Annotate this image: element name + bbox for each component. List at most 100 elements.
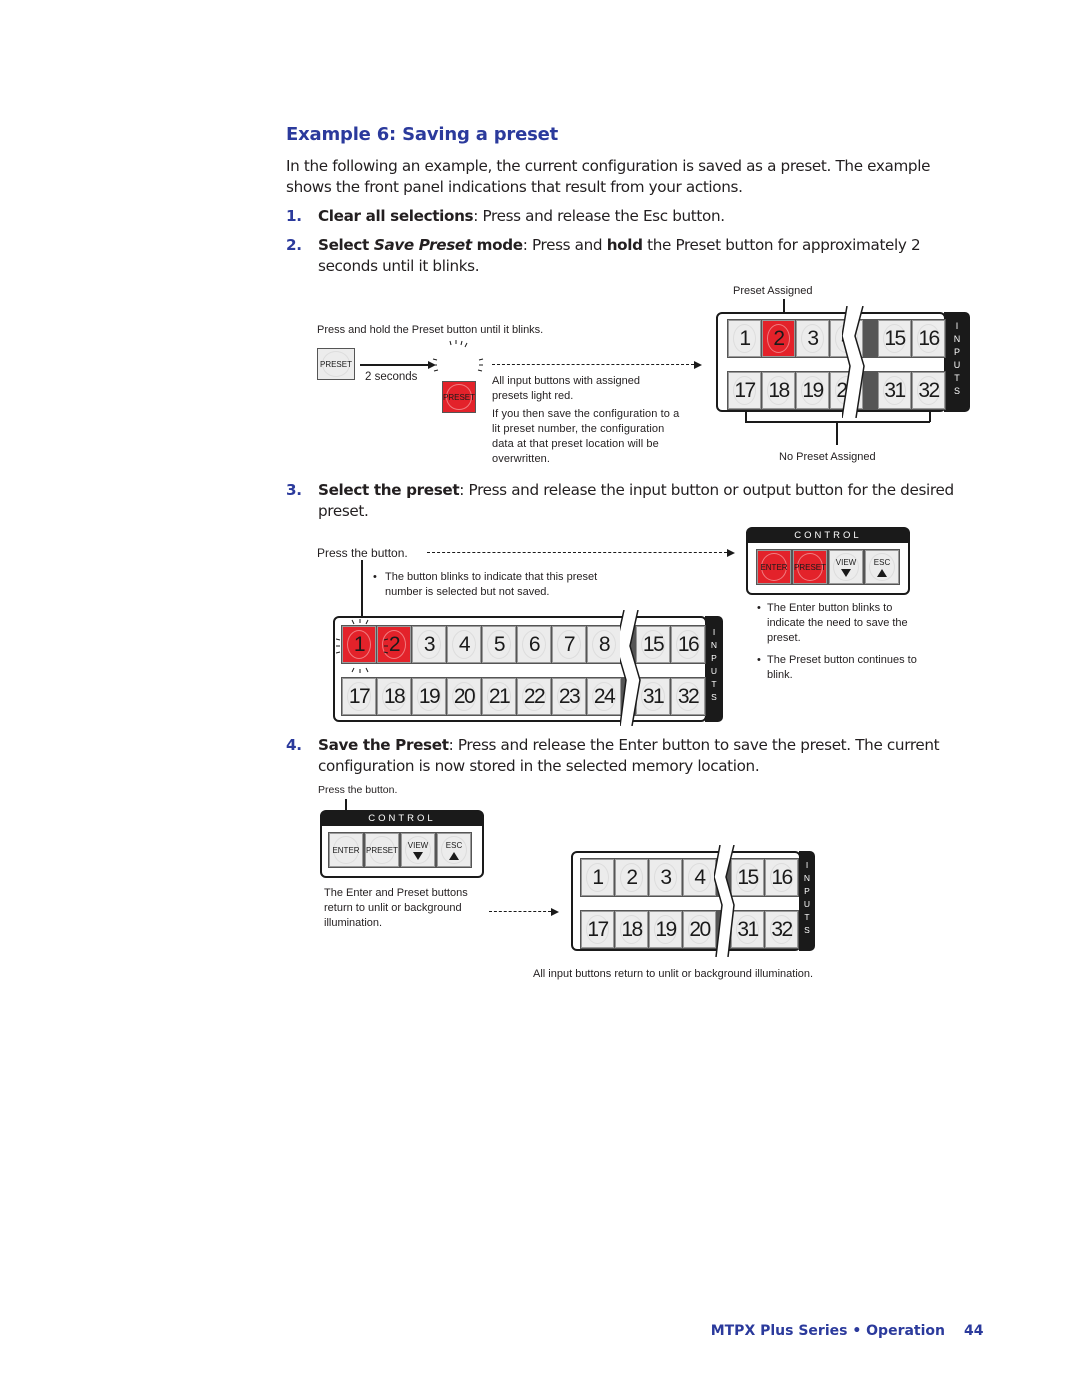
input-button-label: 16: [771, 865, 793, 889]
input-button-19[interactable]: 19: [412, 678, 446, 715]
input-button-label: 32: [677, 684, 700, 708]
fig1-note-2: If you then save the configuration to a …: [492, 408, 680, 465]
preset-button[interactable]: PRESET: [793, 550, 827, 584]
input-button-4[interactable]: 4: [683, 859, 716, 896]
input-button-17[interactable]: 17: [728, 372, 761, 409]
input-button-21[interactable]: 21: [482, 678, 516, 715]
step-number: 3.: [286, 481, 302, 499]
esc-button[interactable]: ESC: [865, 550, 899, 584]
input-button-18[interactable]: 18: [762, 372, 795, 409]
input-row-top: 1 2 3 4 5 6 7 8 15 16: [341, 625, 706, 664]
view-button[interactable]: VIEW: [401, 833, 435, 867]
input-button-17[interactable]: 17: [342, 678, 376, 715]
control-panel-blinking: CONTROL ENTER PRESET VIEW ESC: [746, 527, 910, 595]
input-button-32[interactable]: 32: [671, 678, 705, 715]
input-button-16[interactable]: 16: [671, 626, 705, 663]
input-button-3[interactable]: 3: [649, 859, 682, 896]
step-number: 4.: [286, 736, 302, 754]
input-button-label: 3: [807, 326, 819, 350]
input-button-label: 2: [626, 865, 638, 889]
input-button-1[interactable]: 1: [342, 626, 376, 663]
pointer-line: [361, 560, 363, 622]
step-title: Clear all selections: [318, 207, 474, 225]
input-button-19[interactable]: 19: [796, 372, 829, 409]
input-button-23[interactable]: 23: [552, 678, 586, 715]
input-button-16[interactable]: 16: [765, 859, 798, 896]
input-row-bottom: 171819203132: [580, 910, 799, 949]
arrow-right-icon: [551, 908, 559, 916]
preset-button-blinking[interactable]: PRESET: [442, 381, 476, 413]
preset-button-label: PRESET: [319, 359, 352, 369]
input-button-22[interactable]: 22: [517, 678, 551, 715]
input-button-32[interactable]: 32: [912, 372, 945, 409]
input-button-31[interactable]: 31: [878, 372, 911, 409]
step-3: 3. Select the preset: Press and release …: [286, 480, 976, 522]
input-button-15[interactable]: 15: [878, 320, 911, 357]
fig3-note: The Enter and Preset buttons return to u…: [324, 887, 468, 929]
input-button-7[interactable]: 7: [552, 626, 586, 663]
esc-button[interactable]: ESC: [437, 833, 471, 867]
preset-button[interactable]: PRESET: [365, 833, 399, 867]
input-button-label: 19: [655, 917, 677, 941]
inputs-label: INPUTS: [705, 616, 723, 722]
dashed-arrow-line: [427, 552, 727, 553]
preset-assigned-label: Preset Assigned: [733, 285, 813, 297]
input-button-24[interactable]: 24: [587, 678, 621, 715]
input-button-20[interactable]: 20: [683, 911, 716, 948]
input-button-2[interactable]: 2: [762, 320, 795, 357]
intro-paragraph: In the following an example, the current…: [286, 157, 931, 196]
input-button-label: 18: [383, 684, 406, 708]
view-button[interactable]: VIEW: [829, 550, 863, 584]
enter-button[interactable]: ENTER: [757, 550, 791, 584]
input-button-20[interactable]: 20: [447, 678, 481, 715]
input-row-bottom: 171819203132: [727, 371, 946, 410]
input-button-32[interactable]: 32: [765, 911, 798, 948]
input-button-1[interactable]: 1: [728, 320, 761, 357]
step-title: Select: [318, 236, 374, 254]
input-button-label: 17: [587, 917, 609, 941]
arrow-right-icon: [694, 361, 702, 369]
input-button-1[interactable]: 1: [581, 859, 614, 896]
input-row-bottom: 17 18 19 20 21 22 23 24 31 32: [341, 677, 706, 716]
input-button-3[interactable]: 3: [412, 626, 446, 663]
preset-button-unlit[interactable]: PRESET: [317, 348, 355, 380]
input-button-label: 1: [353, 632, 366, 656]
input-button-8[interactable]: 8: [587, 626, 621, 663]
triangle-up-icon: [449, 851, 459, 860]
input-button-18[interactable]: 18: [377, 678, 411, 715]
input-row-top: 1234 15 16: [580, 858, 799, 897]
step-text: : Press and release the Esc button.: [473, 207, 725, 225]
panel-break: [620, 610, 641, 726]
step-4: 4. Save the Preset: Press and release th…: [286, 735, 976, 777]
input-button-5[interactable]: 5: [482, 626, 516, 663]
input-button-label: 17: [348, 684, 371, 708]
input-button-3[interactable]: 3: [796, 320, 829, 357]
input-button-6[interactable]: 6: [517, 626, 551, 663]
triangle-up-icon: [877, 568, 887, 577]
input-button-2[interactable]: 2: [377, 626, 411, 663]
input-button-label: 32: [918, 378, 940, 402]
input-button-label: 2: [388, 632, 401, 656]
input-button-4[interactable]: 4: [447, 626, 481, 663]
input-button-label: 22: [523, 684, 546, 708]
fig1-instruction: Press and hold the Preset button until i…: [317, 324, 544, 336]
bullet-preset: • The Preset button continues to blink.: [757, 654, 917, 681]
fig3-instruction: Press the button.: [318, 784, 398, 796]
input-button-label: 15: [884, 326, 906, 350]
control-panel-unlit: CONTROL ENTER PRESET VIEW ESC: [320, 810, 484, 878]
triangle-down-icon: [841, 568, 851, 577]
step-2: 2. Select Save Preset mode: Press and ho…: [286, 235, 976, 277]
input-button-16[interactable]: 16: [912, 320, 945, 357]
dashed-arrow-line: [489, 911, 551, 912]
step-text: : Press and: [522, 236, 607, 254]
footer-title: MTPX Plus Series • Operation: [710, 1323, 945, 1339]
input-button-19[interactable]: 19: [649, 911, 682, 948]
input-button-2[interactable]: 2: [615, 859, 648, 896]
input-button-label: 32: [771, 917, 793, 941]
input-button-18[interactable]: 18: [615, 911, 648, 948]
enter-button[interactable]: ENTER: [329, 833, 363, 867]
input-button-17[interactable]: 17: [581, 911, 614, 948]
control-button-row: ENTER PRESET VIEW ESC: [328, 832, 472, 868]
input-button-label: 7: [563, 632, 576, 656]
step-title-end: mode: [471, 236, 523, 254]
